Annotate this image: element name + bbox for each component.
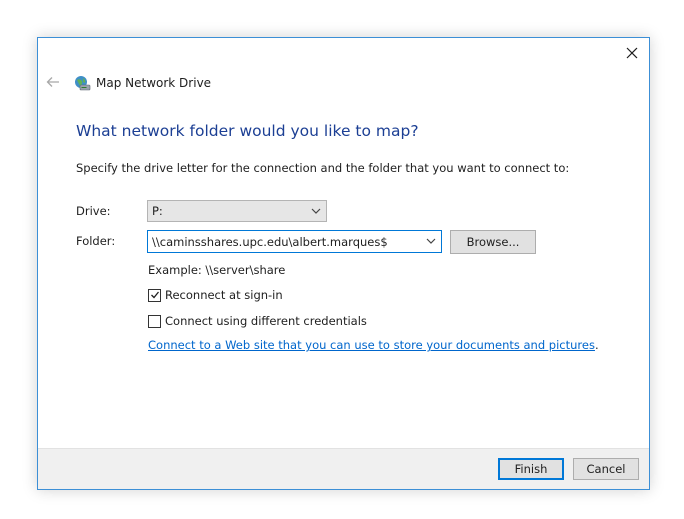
web-site-link-row: Connect to a Web site that you can use t…	[148, 338, 599, 352]
close-icon	[626, 47, 638, 59]
folder-input[interactable]	[148, 231, 417, 252]
link-suffix: .	[594, 338, 599, 352]
network-drive-icon	[75, 75, 91, 90]
title-bar: Map Network Drive	[74, 73, 211, 93]
web-site-link[interactable]: Connect to a Web site that you can use t…	[148, 338, 595, 352]
checkmark-icon	[150, 291, 159, 299]
cancel-button[interactable]: Cancel	[573, 458, 639, 480]
finish-button[interactable]: Finish	[498, 458, 564, 480]
reconnect-option[interactable]: Reconnect at sign-in	[148, 288, 283, 302]
map-network-drive-dialog: Map Network Drive What network folder wo…	[37, 37, 650, 490]
reconnect-label: Reconnect at sign-in	[165, 288, 283, 302]
drive-label: Drive:	[76, 204, 111, 218]
back-arrow-icon	[46, 77, 59, 87]
folder-label: Folder:	[76, 234, 116, 248]
instructions-text: Specify the drive letter for the connect…	[76, 161, 570, 175]
window-title: Map Network Drive	[96, 76, 212, 90]
example-text: Example: \\server\share	[148, 263, 286, 277]
credentials-checkbox[interactable]	[148, 314, 161, 328]
folder-combobox[interactable]	[147, 230, 442, 253]
drive-letter-select[interactable]: P:	[147, 200, 327, 222]
browse-button[interactable]: Browse...	[450, 230, 536, 254]
close-button[interactable]	[621, 42, 643, 64]
credentials-option[interactable]: Connect using different credentials	[148, 314, 367, 328]
chevron-down-icon	[311, 208, 321, 214]
credentials-label: Connect using different credentials	[165, 314, 367, 328]
chevron-down-icon[interactable]	[425, 235, 437, 247]
dialog-footer: Finish Cancel	[38, 448, 649, 489]
page-heading: What network folder would you like to ma…	[76, 122, 419, 140]
drive-value: P:	[152, 204, 163, 218]
reconnect-checkbox[interactable]	[148, 288, 161, 302]
back-button[interactable]	[44, 73, 62, 91]
